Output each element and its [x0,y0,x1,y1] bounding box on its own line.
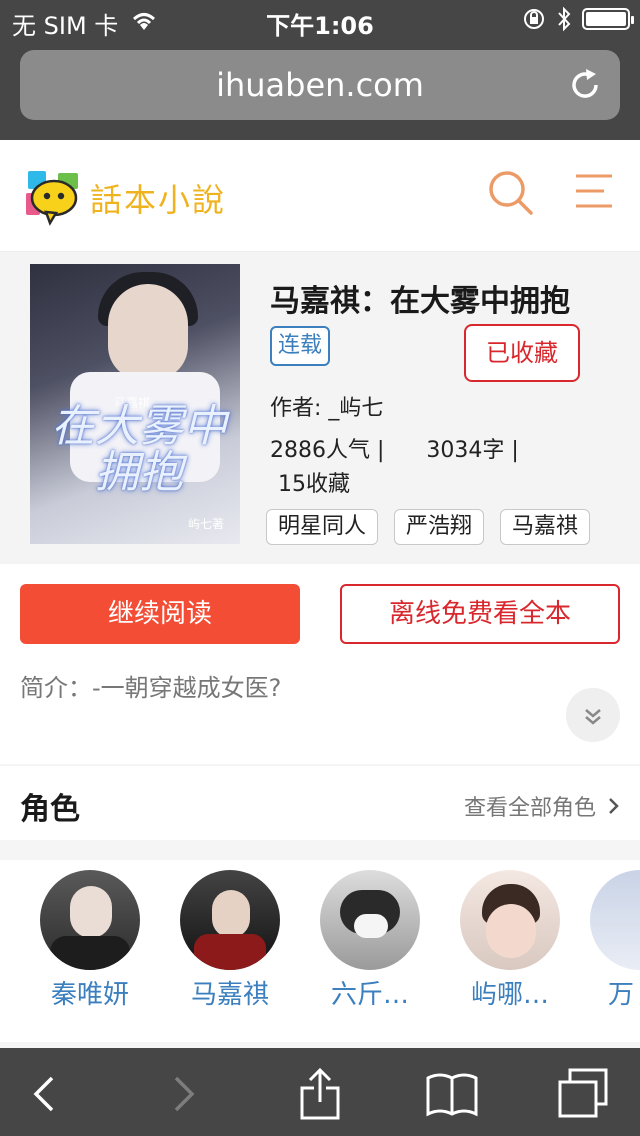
book-title: 马嘉祺：在大雾中拥抱 [270,284,570,319]
tag-item[interactable]: 严浩翔 [394,509,485,545]
avatar [180,870,280,970]
role-name: 屿哪… [470,980,549,1010]
share-icon[interactable] [292,1066,348,1122]
book-cover[interactable]: 马嘉祺 在大雾中拥抱 屿七著 [30,264,240,544]
avatar [460,870,560,970]
site-logo[interactable]: 話本小說 [24,168,244,228]
tag-item[interactable]: 明星同人 [266,509,379,545]
cover-title: 在大雾中拥抱 [51,401,227,498]
status-bar: 无 SIM 卡 下午1:06 [0,0,640,40]
role-item[interactable]: 马嘉祺 [170,870,290,1011]
role-item[interactable]: 秦唯妍 [30,870,150,1011]
role-name: 马嘉祺 [190,980,269,1010]
back-icon[interactable] [16,1066,72,1122]
role-name: 秦唯妍 [50,980,129,1010]
browser-toolbar [0,1048,640,1136]
role-item[interactable]: 六斤… [310,870,430,1011]
expand-chevron-icon[interactable] [566,688,620,742]
book-author[interactable]: 作者: _屿七 [270,390,383,422]
avatar [320,870,420,970]
bookmarks-icon[interactable] [424,1066,480,1122]
avatar [590,870,640,970]
menu-icon[interactable] [574,172,614,210]
chevron-right-icon [609,798,619,814]
search-icon[interactable] [486,168,534,216]
reload-icon[interactable] [568,68,602,102]
role-item[interactable]: 屿哪… [450,870,570,1011]
tabs-icon[interactable] [556,1066,612,1122]
continue-reading-button[interactable]: 继续阅读 [20,584,300,644]
collected-button[interactable]: 已收藏 [464,324,580,382]
address-bar[interactable]: ihuaben.com [20,50,620,120]
role-name: 万 [608,980,635,1010]
rotation-lock-icon [524,9,544,29]
word-count: 3034字 | [426,438,519,463]
popularity-count: 2886人气 | [270,438,385,463]
collection-count: 15收藏 [278,472,350,497]
book-tags: 明星同人 严浩翔 马嘉祺 [266,509,591,545]
avatar [40,870,140,970]
roles-title: 角色 [20,792,80,827]
tag-item[interactable]: 马嘉祺 [500,509,591,545]
logo-text: 話本小說 [90,181,227,219]
role-name: 六斤… [330,980,409,1010]
serial-status-badge: 连载 [270,326,330,366]
cover-author: 屿七著 [187,517,224,531]
site-header: 話本小說 [0,140,640,252]
offline-read-button[interactable]: 离线免费看全本 [340,584,620,644]
bluetooth-icon [558,6,571,32]
divider [0,840,640,860]
book-intro: 简介：-一朝穿越成女医? [20,674,282,702]
battery-icon [582,8,634,30]
logo-mark-icon [26,171,78,226]
forward-icon[interactable] [156,1066,212,1122]
role-item[interactable]: 万 [590,870,640,1011]
view-all-roles-link[interactable]: 查看全部角色 [464,790,620,822]
url-text: ihuaben.com [216,66,424,104]
cover-figure-face [108,284,188,380]
roles-list: 秦唯妍 马嘉祺 六斤… 屿哪… 万 [0,860,640,1042]
view-all-roles-label: 查看全部角色 [463,796,596,821]
book-stats: 2886人气 | 3034字 | 15收藏 [270,434,540,502]
